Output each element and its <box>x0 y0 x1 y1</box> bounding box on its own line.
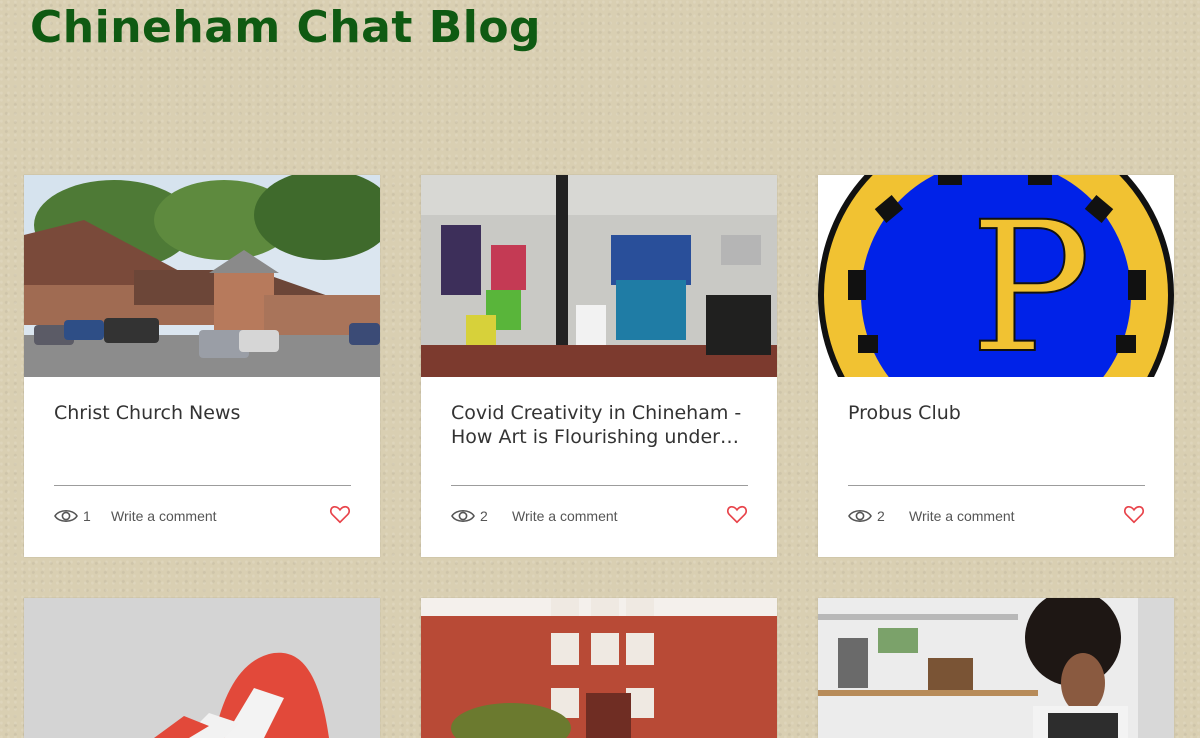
heart-icon[interactable] <box>1123 503 1145 525</box>
post-title[interactable]: Covid Creativity in Chineham - How Art i… <box>451 401 751 449</box>
heart-icon[interactable] <box>329 503 351 525</box>
post-card[interactable] <box>421 598 777 738</box>
divider <box>848 485 1145 486</box>
view-count: 2 <box>480 508 488 524</box>
svg-text:P: P <box>970 184 1091 377</box>
post-thumbnail[interactable] <box>818 598 1174 738</box>
post-stats: 1 Write a comment <box>54 505 351 527</box>
write-comment-link[interactable]: Write a comment <box>111 508 217 524</box>
divider <box>54 485 351 486</box>
post-card[interactable] <box>818 598 1174 738</box>
post-title[interactable]: Probus Club <box>848 401 1148 425</box>
post-card[interactable]: P Probus Club 2 Write a comment <box>818 175 1174 557</box>
eye-icon <box>848 509 872 523</box>
post-title[interactable]: Christ Church News <box>54 401 354 425</box>
post-thumbnail[interactable] <box>421 598 777 738</box>
post-card[interactable] <box>24 598 380 738</box>
post-card[interactable]: Covid Creativity in Chineham - How Art i… <box>421 175 777 557</box>
write-comment-link[interactable]: Write a comment <box>512 508 618 524</box>
post-thumbnail[interactable] <box>24 598 380 738</box>
eye-icon <box>54 509 78 523</box>
eye-icon <box>451 509 475 523</box>
divider <box>451 485 748 486</box>
heart-icon[interactable] <box>726 503 748 525</box>
post-thumbnail[interactable] <box>421 175 777 377</box>
post-stats: 2 Write a comment <box>848 505 1145 527</box>
view-count: 1 <box>83 508 91 524</box>
view-count: 2 <box>877 508 885 524</box>
blog-title[interactable]: Chineham Chat Blog <box>30 2 541 53</box>
post-card[interactable]: Christ Church News 1 Write a comment <box>24 175 380 557</box>
write-comment-link[interactable]: Write a comment <box>909 508 1015 524</box>
post-thumbnail[interactable] <box>24 175 380 377</box>
post-thumbnail[interactable]: P <box>818 175 1174 377</box>
post-stats: 2 Write a comment <box>451 505 748 527</box>
